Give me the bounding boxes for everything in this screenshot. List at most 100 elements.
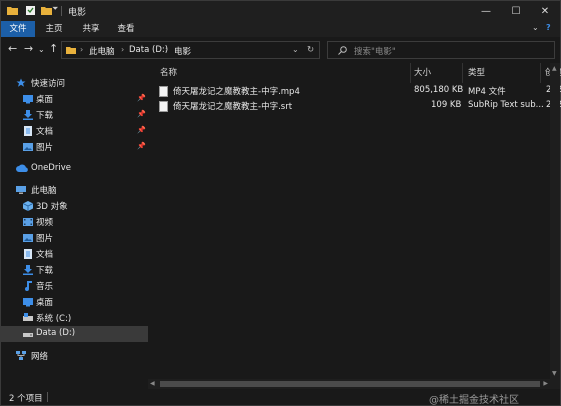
pin-icon[interactable]: 📌 [137, 126, 146, 134]
sidebar-item-label: 网络 [31, 352, 49, 362]
scroll-down-icon[interactable]: ▼ [552, 370, 557, 377]
search-placeholder: 搜索"电影" [354, 47, 396, 57]
file-size: 109 KB [431, 100, 462, 110]
sidebar-item-network[interactable]: 网络 [1, 348, 148, 364]
sidebar-item-data-d[interactable]: Data (D:) [1, 326, 148, 342]
new-folder-icon[interactable] [41, 5, 52, 16]
sidebar-item-pictures[interactable]: 图片 [1, 230, 148, 246]
pin-icon[interactable]: 📌 [137, 142, 146, 150]
column-header-type[interactable]: 类型 [468, 66, 485, 78]
pin-icon[interactable]: 📌 [137, 94, 146, 102]
sidebar-item-label: 图片 [36, 143, 54, 153]
sidebar-item-pictures-pinned[interactable]: 图片 📌 [1, 139, 148, 155]
column-divider[interactable] [462, 63, 463, 83]
breadcrumb-separator-icon: › [165, 45, 169, 54]
address-bar[interactable]: › 此电脑 › Data (D:) › 电影 ⌄ ↻ [61, 41, 320, 59]
sidebar-item-label: Data (D:) [36, 328, 76, 338]
status-bar: 2 个项目 @稀土掘金技术社区 [1, 389, 560, 406]
breadcrumb-data-drive[interactable]: Data (D:) [129, 45, 168, 55]
tab-share[interactable]: 共享 [76, 21, 106, 37]
sidebar-item-desktop[interactable]: 桌面 [1, 294, 148, 310]
file-explorer-window: ⏷ 电影 — ☐ ✕ 文件 主页 共享 查看 ⌄ ? ← → ⌄ ↑ › 此电脑… [0, 0, 561, 406]
search-box[interactable]: 搜索"电影" [327, 41, 555, 59]
navigation-bar: ← → ⌄ ↑ › 此电脑 › Data (D:) › 电影 ⌄ ↻ 搜索"电影… [1, 37, 560, 63]
sidebar-item-downloads-pinned[interactable]: 下载 📌 [1, 107, 148, 123]
search-icon [338, 46, 347, 55]
sidebar-item-label: 下载 [36, 111, 54, 121]
file-type: SubRip Text sub... [468, 100, 544, 110]
tab-home[interactable]: 主页 [39, 21, 69, 37]
sidebar-item-videos[interactable]: 视频 [1, 214, 148, 230]
column-header-name[interactable]: 名称 [160, 66, 177, 78]
column-divider[interactable] [410, 63, 411, 83]
properties-icon[interactable] [25, 5, 36, 16]
sidebar-item-onedrive[interactable]: OneDrive [1, 161, 148, 177]
drive-icon [23, 313, 33, 321]
table-row[interactable]: 倚天屠龙记之魔教教主-中字.srt 109 KB SubRip Text sub… [157, 99, 561, 114]
breadcrumb-separator-icon: › [80, 45, 84, 54]
sidebar-item-3d-objects[interactable]: 3D 对象 [1, 198, 148, 214]
folder-icon [7, 7, 18, 15]
help-icon[interactable]: ? [546, 23, 551, 32]
download-icon [23, 110, 33, 120]
status-separator [47, 392, 48, 402]
sidebar-item-label: 下载 [36, 266, 54, 276]
column-header-size[interactable]: 大小 [414, 66, 431, 78]
maximize-button[interactable]: ☐ [501, 1, 531, 21]
item-count: 2 个项目 [9, 394, 43, 404]
sidebar-item-quick-access[interactable]: 快速访问 [1, 75, 148, 91]
horizontal-scroll-thumb[interactable] [160, 381, 540, 387]
sidebar-item-label: 快速访问 [31, 79, 66, 89]
cloud-icon [16, 164, 28, 172]
address-history-dropdown-icon[interactable]: ⌄ [292, 45, 299, 54]
recent-locations-button[interactable]: ⌄ [38, 44, 45, 56]
sidebar-item-label: 3D 对象 [36, 202, 68, 212]
scroll-up-icon[interactable]: ▲ [552, 65, 557, 72]
scroll-left-icon[interactable]: ◀ [150, 380, 155, 387]
sidebar-item-label: OneDrive [31, 163, 71, 173]
table-row[interactable]: 倚天屠龙记之魔教教主-中字.mp4 805,180 KB MP4 文件 202 [157, 84, 561, 99]
sidebar-item-label: 文档 [36, 250, 54, 260]
horizontal-scrollbar[interactable]: ◀ ▶ [148, 379, 560, 389]
desktop-icon [23, 298, 33, 307]
sidebar-item-this-pc[interactable]: 此电脑 [1, 182, 148, 198]
sidebar-item-desktop-pinned[interactable]: 桌面 📌 [1, 91, 148, 107]
tab-file[interactable]: 文件 [1, 21, 35, 37]
close-button[interactable]: ✕ [530, 1, 560, 21]
tab-view[interactable]: 查看 [111, 21, 141, 37]
quick-access-toolbar-dropdown-icon[interactable]: ⏷ [52, 4, 58, 15]
ribbon-expand-icon[interactable]: ⌄ [532, 23, 539, 32]
sidebar-item-label: 系统 (C:) [36, 314, 72, 324]
file-name: 倚天屠龙记之魔教教主-中字.srt [173, 102, 293, 112]
sidebar-item-label: 桌面 [36, 95, 54, 105]
pin-icon[interactable]: 📌 [137, 110, 146, 118]
drive-icon [23, 333, 33, 337]
scroll-right-icon[interactable]: ▶ [543, 380, 548, 387]
sidebar-item-downloads[interactable]: 下载 [1, 262, 148, 278]
3d-objects-icon [23, 201, 33, 211]
file-name: 倚天屠龙记之魔教教主-中字.mp4 [173, 87, 300, 97]
back-button[interactable]: ← [8, 43, 17, 55]
breadcrumb-movies[interactable]: 电影 [174, 45, 191, 57]
refresh-button[interactable]: ↻ [307, 45, 314, 55]
file-type: MP4 文件 [468, 87, 506, 97]
vertical-scrollbar[interactable]: ▲ ▼ [550, 63, 560, 379]
sidebar-item-system-c[interactable]: 系统 (C:) [1, 310, 148, 326]
file-size: 805,180 KB [414, 85, 464, 95]
title-separator [61, 6, 62, 16]
sidebar-item-label: 音乐 [36, 282, 54, 292]
column-divider[interactable] [540, 63, 541, 83]
breadcrumb-this-pc[interactable]: 此电脑 [89, 45, 115, 57]
up-button[interactable]: ↑ [49, 43, 58, 55]
window-title: 电影 [68, 8, 87, 18]
sidebar-item-documents[interactable]: 文档 [1, 246, 148, 262]
sidebar-item-label: 桌面 [36, 298, 54, 308]
sidebar-item-music[interactable]: 音乐 [1, 278, 148, 294]
forward-button[interactable]: → [24, 43, 33, 55]
document-icon [24, 126, 32, 136]
title-bar: ⏷ 电影 — ☐ ✕ [1, 1, 560, 21]
video-file-icon [159, 86, 168, 97]
sidebar-item-documents-pinned[interactable]: 文档 📌 [1, 123, 148, 139]
minimize-button[interactable]: — [471, 1, 501, 21]
picture-icon [23, 143, 33, 151]
